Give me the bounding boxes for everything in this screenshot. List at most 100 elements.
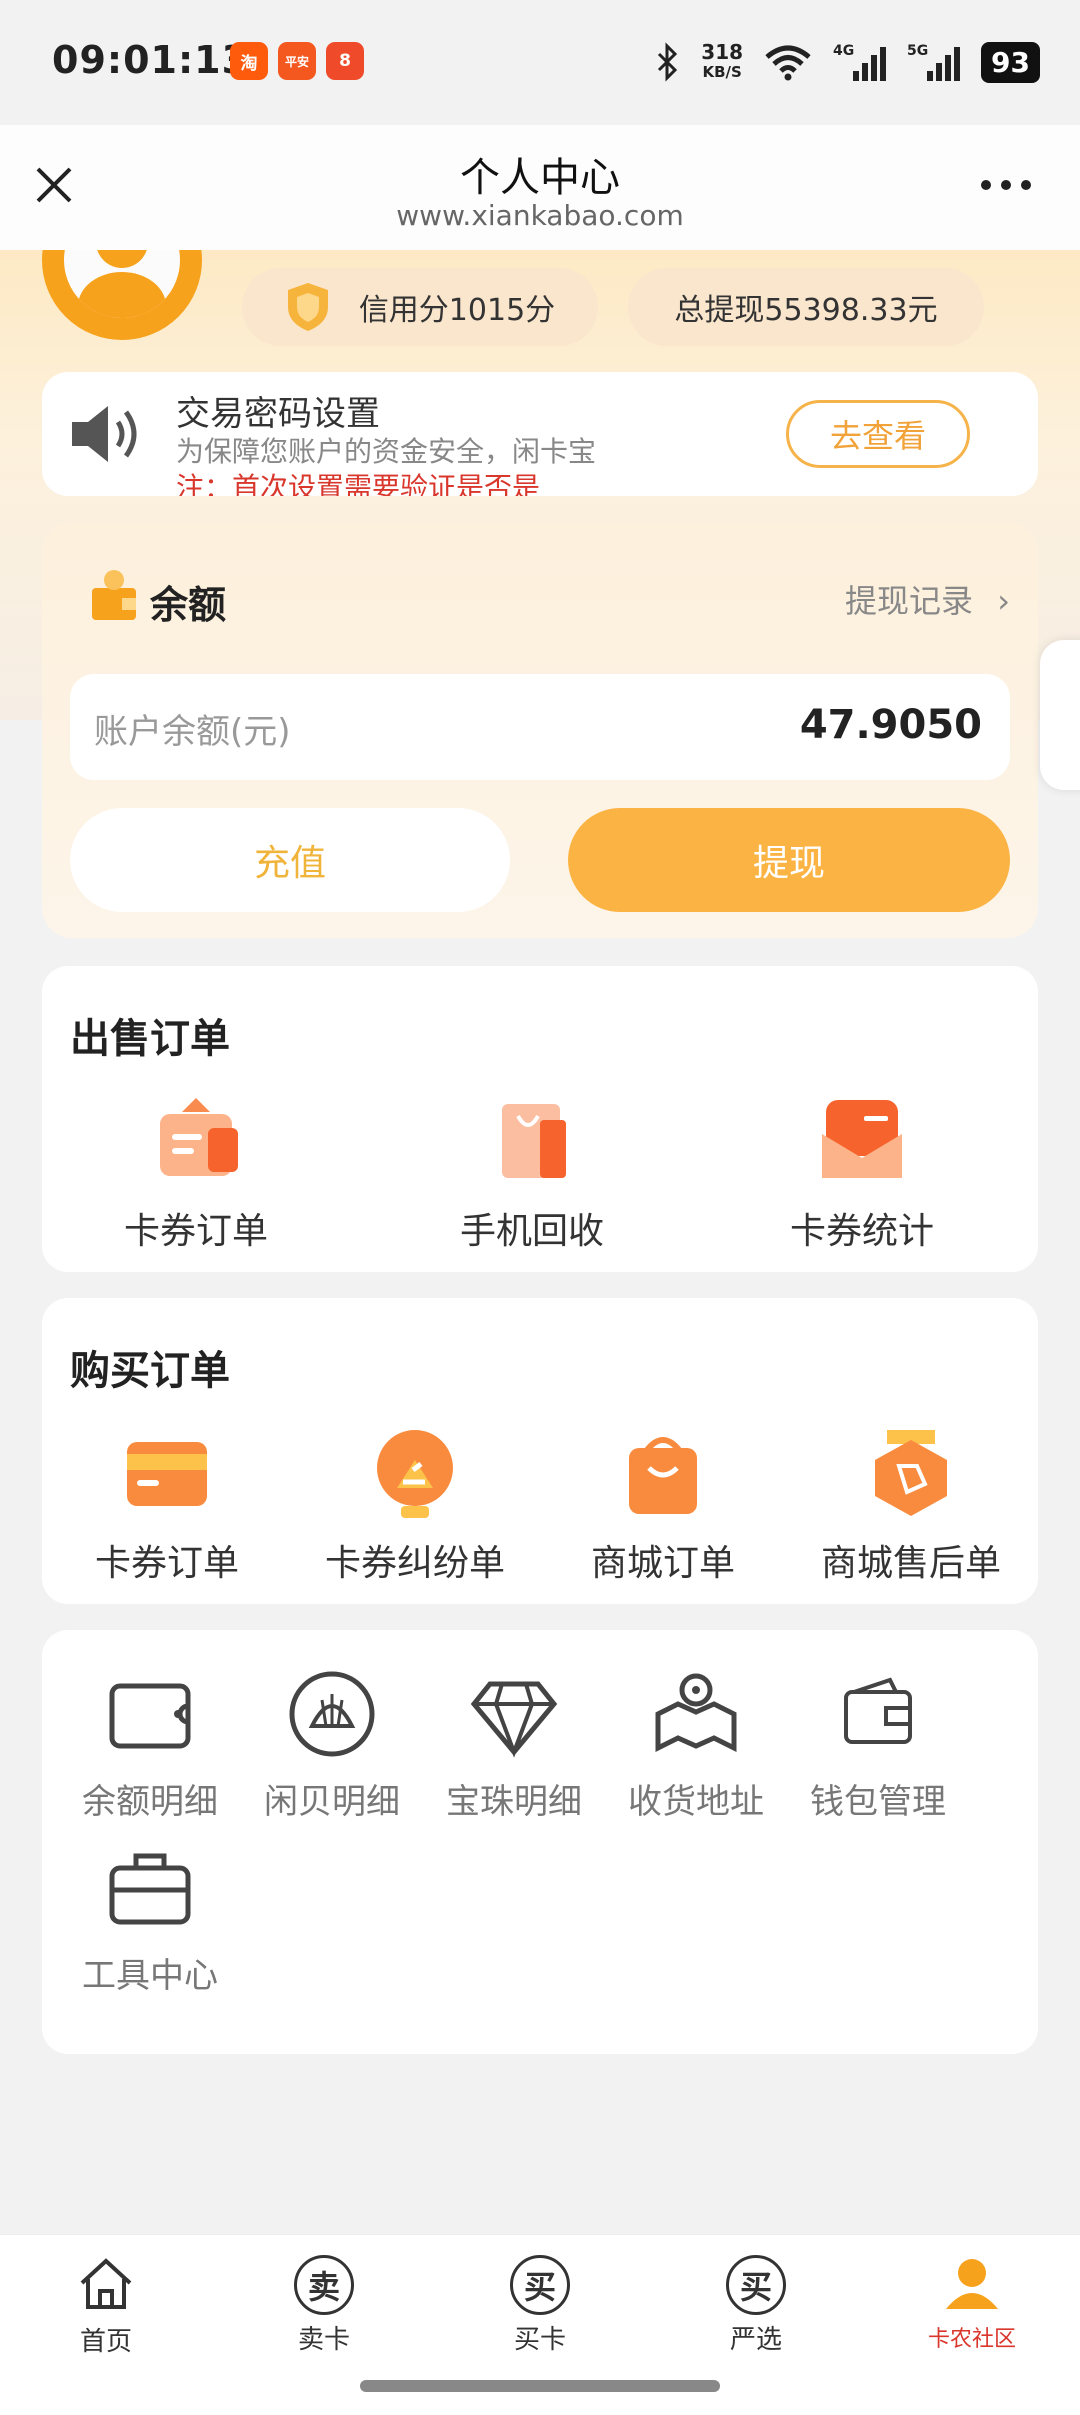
buy-card-orders-label: 卡券订单 bbox=[94, 1543, 239, 1584]
home-icon bbox=[80, 2258, 132, 2309]
shopping-bag-icon bbox=[502, 1104, 566, 1178]
nav-sell-card[interactable]: 卖 卖卡 bbox=[254, 2255, 394, 2356]
shield-icon bbox=[287, 283, 328, 331]
pingan-app-icon: 平安 bbox=[278, 42, 316, 80]
shell-icon bbox=[289, 1671, 375, 1757]
pearl-detail-label: 宝珠明细 bbox=[446, 1782, 582, 1822]
shell-detail-label: 闲贝明细 bbox=[264, 1782, 400, 1822]
sell-icon: 卖 bbox=[294, 2255, 354, 2315]
view-button[interactable]: 去查看 bbox=[786, 400, 970, 468]
title-bar-mask: 个人中心 www.xiankabao.com bbox=[0, 125, 1080, 250]
nav-selection[interactable]: 买 严选 bbox=[686, 2255, 826, 2356]
tool-center-label: 工具中心 bbox=[82, 1956, 218, 1996]
nav-home[interactable]: 首页 bbox=[36, 2255, 176, 2358]
phone-recycle[interactable]: 手机回收 bbox=[442, 1094, 622, 1254]
buy-card-orders[interactable]: 卡券订单 bbox=[42, 1426, 292, 1586]
diamond-icon bbox=[470, 1681, 558, 1758]
account-balance-row: 账户余额(元) 47.9050 bbox=[70, 674, 1010, 780]
wifi-icon bbox=[765, 45, 811, 81]
account-balance-label: 账户余额(元) bbox=[94, 712, 291, 752]
watermark-text: 卡农社区 bbox=[927, 2327, 1016, 2352]
home-indicator[interactable] bbox=[360, 2380, 720, 2392]
more-icon[interactable] bbox=[980, 177, 1032, 193]
notice-note: 注：首次设置需要验证是否是 bbox=[176, 471, 541, 496]
bag-icon bbox=[629, 1437, 697, 1514]
card-dispute-orders-label: 卡券纠纷单 bbox=[324, 1543, 505, 1584]
floating-side-widget[interactable] bbox=[1040, 640, 1080, 790]
buy-orders-card: 购买订单 卡券订单 卡券纠纷单 商城订单 商城售后单 bbox=[42, 1298, 1038, 1604]
user-icon bbox=[946, 2259, 998, 2309]
nav-selection-label: 严选 bbox=[729, 2325, 782, 2355]
buy-orders-title: 购买订单 bbox=[70, 1348, 230, 1394]
mall-aftersale-orders-label: 商城售后单 bbox=[820, 1543, 1001, 1584]
bluetooth-icon bbox=[658, 42, 678, 82]
total-withdraw-badge[interactable]: 总提现55398.33元 bbox=[628, 268, 984, 346]
pearl-detail[interactable]: 宝珠明细 bbox=[424, 1666, 604, 1823]
battery-indicator: 93 bbox=[981, 41, 1040, 83]
status-time: 09:01:13 bbox=[52, 38, 250, 82]
page-title: 个人中心 bbox=[460, 155, 620, 201]
signal-5g-icon: 5G bbox=[907, 43, 961, 81]
tool-center[interactable]: 工具中心 bbox=[60, 1840, 240, 1997]
notice-title: 交易密码设置 bbox=[176, 394, 380, 434]
nav-sell-card-label: 卖卡 bbox=[297, 2325, 350, 2355]
mall-orders-label: 商城订单 bbox=[590, 1543, 735, 1584]
credit-score-text: 信用分1015分 bbox=[358, 293, 556, 328]
sell-orders-title: 出售订单 bbox=[70, 1016, 230, 1062]
tag-badge-icon bbox=[875, 1430, 947, 1516]
withdraw-button[interactable]: 提现 bbox=[568, 808, 1010, 912]
map-location-icon bbox=[655, 1673, 737, 1753]
card-order-icon bbox=[160, 1098, 238, 1176]
notice-description: 为保障您账户的资金安全，闲卡宝 bbox=[176, 435, 597, 464]
speaker-icon bbox=[72, 406, 137, 462]
nav-profile[interactable]: 卡农社区 bbox=[902, 2255, 1042, 2353]
withdraw-record-link[interactable]: 提现记录 › bbox=[845, 576, 1010, 622]
mall-orders[interactable]: 商城订单 bbox=[538, 1426, 788, 1586]
withdraw-record-label: 提现记录 bbox=[845, 582, 974, 620]
wallet-icon bbox=[109, 1683, 191, 1749]
recharge-button[interactable]: 充值 bbox=[70, 808, 510, 912]
phone-recycle-label: 手机回收 bbox=[459, 1211, 604, 1252]
gavel-icon bbox=[377, 1430, 453, 1518]
nav-home-label: 首页 bbox=[79, 2327, 132, 2357]
chevron-right-icon: › bbox=[997, 582, 1010, 620]
nav-buy-card[interactable]: 买 买卡 bbox=[470, 2255, 610, 2356]
sell-card-orders-label: 卡券订单 bbox=[123, 1211, 268, 1252]
nav-buy-card-label: 买卡 bbox=[513, 2325, 566, 2355]
svg-text:5G: 5G bbox=[907, 43, 928, 59]
signal-4g-icon: 4G bbox=[833, 43, 887, 81]
balance-detail[interactable]: 余额明细 bbox=[60, 1666, 240, 1823]
status-bar: 09:01:13 淘 平安 8 318 KB/S 4G 5G 93 bbox=[0, 0, 1080, 125]
card-stats-label: 卡券统计 bbox=[789, 1211, 934, 1252]
tools-card: 余额明细 闲贝明细 宝珠明细 收货地址 钱包管理 工具中心 bbox=[42, 1630, 1038, 2054]
selection-icon: 买 bbox=[726, 2255, 786, 2315]
wallet-management[interactable]: 钱包管理 bbox=[788, 1666, 968, 1823]
page-domain: www.xiankabao.com bbox=[396, 199, 684, 232]
mall-aftersale-orders[interactable]: 商城售后单 bbox=[786, 1426, 1036, 1586]
card-stats[interactable]: 卡券统计 bbox=[772, 1094, 952, 1254]
card-dispute-orders[interactable]: 卡券纠纷单 bbox=[290, 1426, 540, 1586]
credit-score-badge[interactable]: 信用分1015分 bbox=[242, 268, 598, 346]
shipping-address[interactable]: 收货地址 bbox=[606, 1666, 786, 1823]
trade-password-notice[interactable]: 交易密码设置 为保障您账户的资金安全，闲卡宝 注：首次设置需要验证是否是 去查看 bbox=[42, 372, 1038, 496]
balance-detail-label: 余额明细 bbox=[82, 1782, 218, 1822]
taobao-app-icon: 淘 bbox=[230, 42, 268, 80]
envelope-icon bbox=[822, 1100, 902, 1178]
account-balance-value: 47.9050 bbox=[799, 702, 982, 748]
net-speed: 318 KB/S bbox=[701, 40, 744, 81]
buy-icon: 买 bbox=[510, 2255, 570, 2315]
shipping-address-label: 收货地址 bbox=[628, 1782, 764, 1822]
status-icons: 318 KB/S 4G 5G 93 bbox=[655, 36, 1040, 88]
toolbox-icon bbox=[109, 1853, 191, 1925]
wallet-management-label: 钱包管理 bbox=[810, 1782, 946, 1822]
shell-detail[interactable]: 闲贝明细 bbox=[242, 1666, 422, 1823]
pinduoduo-app-icon: 8 bbox=[326, 42, 364, 80]
svg-text:4G: 4G bbox=[833, 43, 854, 59]
wallet-coin-icon bbox=[92, 570, 136, 620]
balance-title: 余额 bbox=[150, 583, 227, 627]
sell-card-orders[interactable]: 卡券订单 bbox=[106, 1094, 286, 1254]
balance-card: 余额 提现记录 › 账户余额(元) 47.9050 充值 提现 bbox=[42, 522, 1038, 938]
sell-orders-card: 出售订单 卡券订单 手机回收 卡券统计 bbox=[42, 966, 1038, 1272]
purse-icon bbox=[844, 1677, 912, 1744]
card-icon bbox=[127, 1442, 207, 1506]
